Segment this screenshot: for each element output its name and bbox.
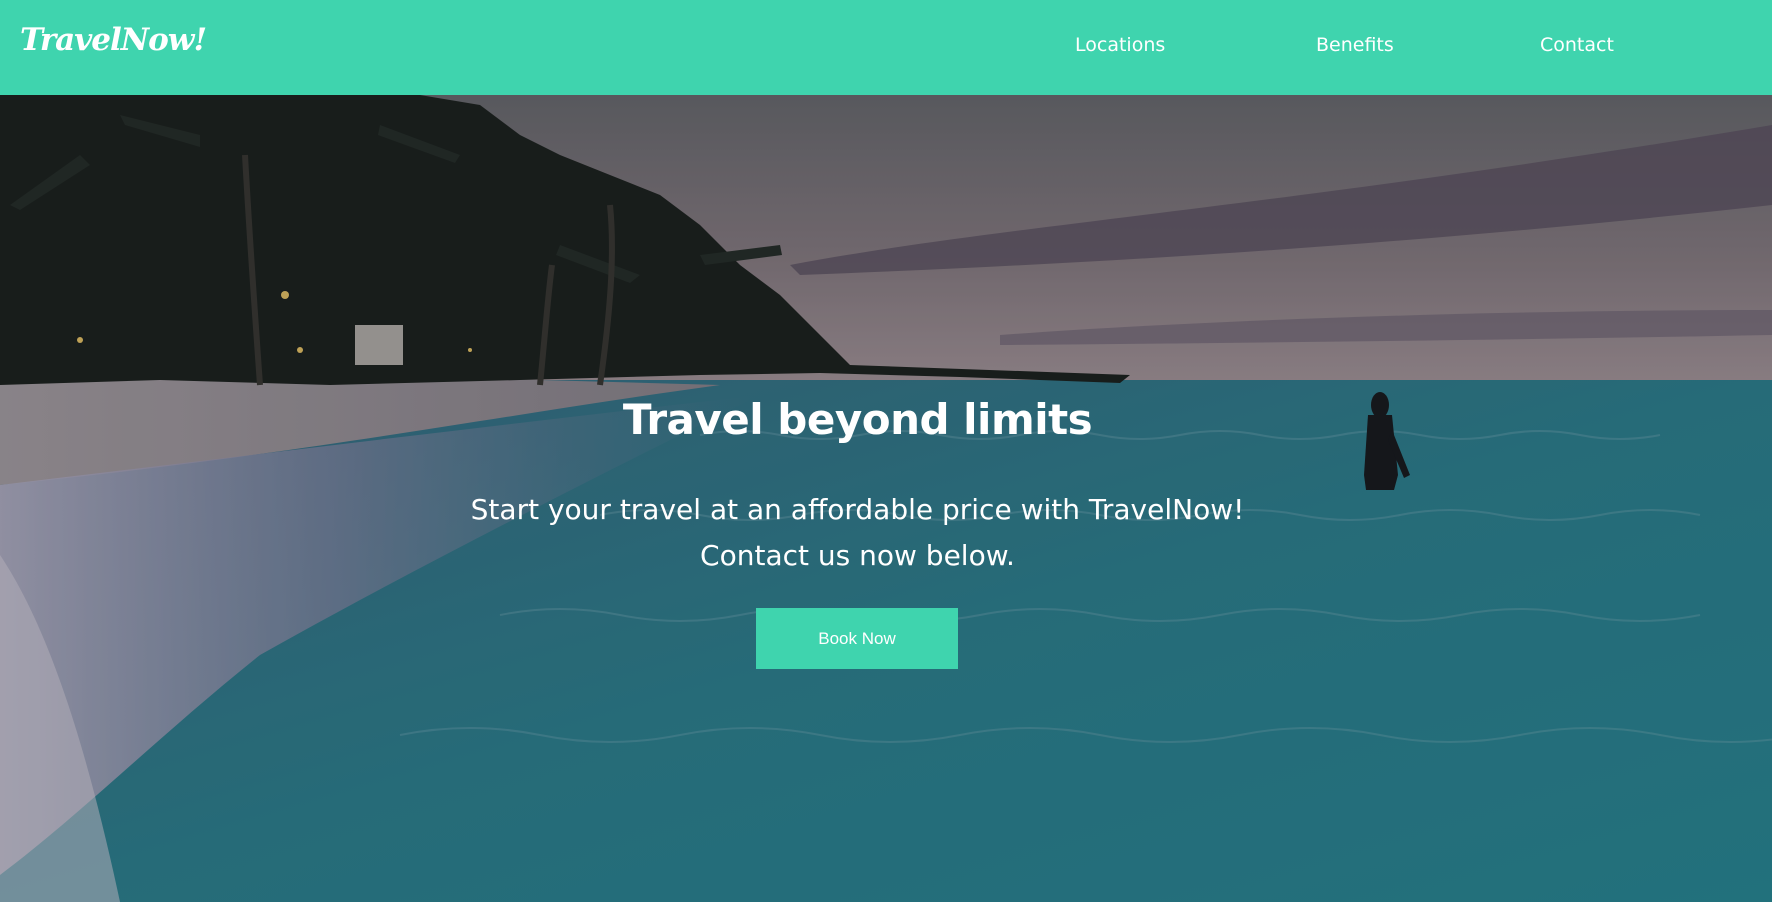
book-now-button[interactable]: Book Now — [756, 608, 958, 669]
nav-link-benefits[interactable]: Benefits — [1316, 34, 1394, 56]
nav-link-contact[interactable]: Contact — [1540, 34, 1614, 56]
navbar: TravelNow! Locations Benefits Contact — [0, 0, 1772, 95]
hero-subtitle: Start your travel at an affordable price… — [0, 487, 1715, 579]
hero-title: Travel beyond limits — [622, 395, 1093, 444]
hero-subtitle-line-2: Contact us now below. — [700, 539, 1015, 572]
hero-section: Travel beyond limits Start your travel a… — [0, 95, 1772, 902]
site-logo[interactable]: TravelNow! — [20, 22, 207, 58]
hero-subtitle-line-1: Start your travel at an affordable price… — [470, 493, 1245, 526]
nav-link-locations[interactable]: Locations — [1075, 34, 1165, 56]
